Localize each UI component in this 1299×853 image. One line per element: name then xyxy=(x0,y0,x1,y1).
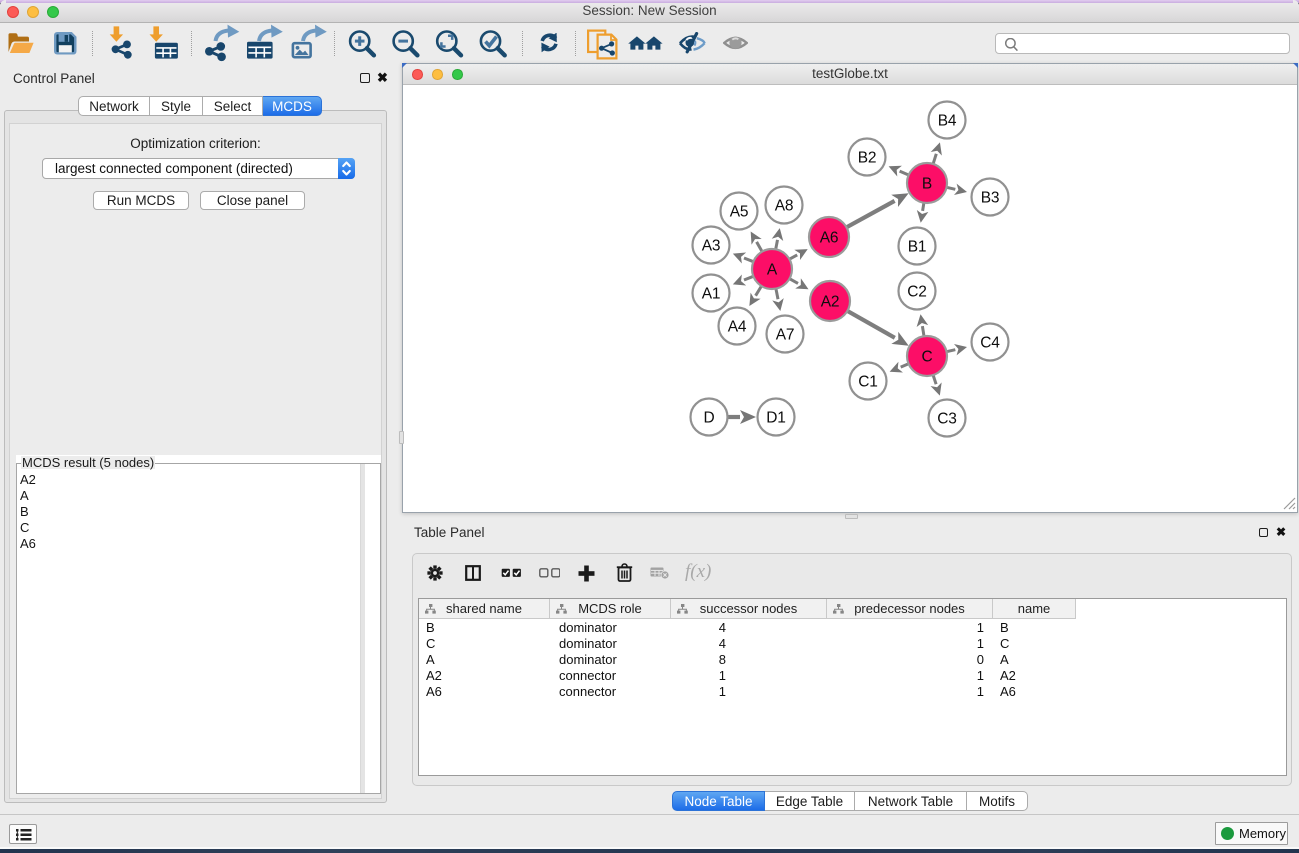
svg-text:B3: B3 xyxy=(981,190,1000,207)
svg-text:A8: A8 xyxy=(775,198,794,215)
svg-text:B1: B1 xyxy=(908,239,927,256)
svg-text:A3: A3 xyxy=(702,238,721,255)
svg-text:C: C xyxy=(922,349,933,366)
svg-text:C3: C3 xyxy=(937,411,956,428)
svg-text:D: D xyxy=(704,410,715,427)
svg-text:C2: C2 xyxy=(907,284,926,301)
svg-text:A2: A2 xyxy=(821,294,840,311)
svg-text:D1: D1 xyxy=(766,410,785,427)
svg-text:A: A xyxy=(767,262,778,279)
svg-text:B: B xyxy=(922,176,932,193)
svg-text:B4: B4 xyxy=(938,113,957,130)
svg-text:A4: A4 xyxy=(728,319,747,336)
svg-text:B2: B2 xyxy=(858,150,877,167)
svg-text:A1: A1 xyxy=(702,286,721,303)
svg-text:A7: A7 xyxy=(776,327,795,344)
svg-text:A5: A5 xyxy=(730,204,749,221)
svg-text:C1: C1 xyxy=(858,374,877,391)
svg-text:A6: A6 xyxy=(820,230,839,247)
svg-text:C4: C4 xyxy=(980,335,1000,352)
